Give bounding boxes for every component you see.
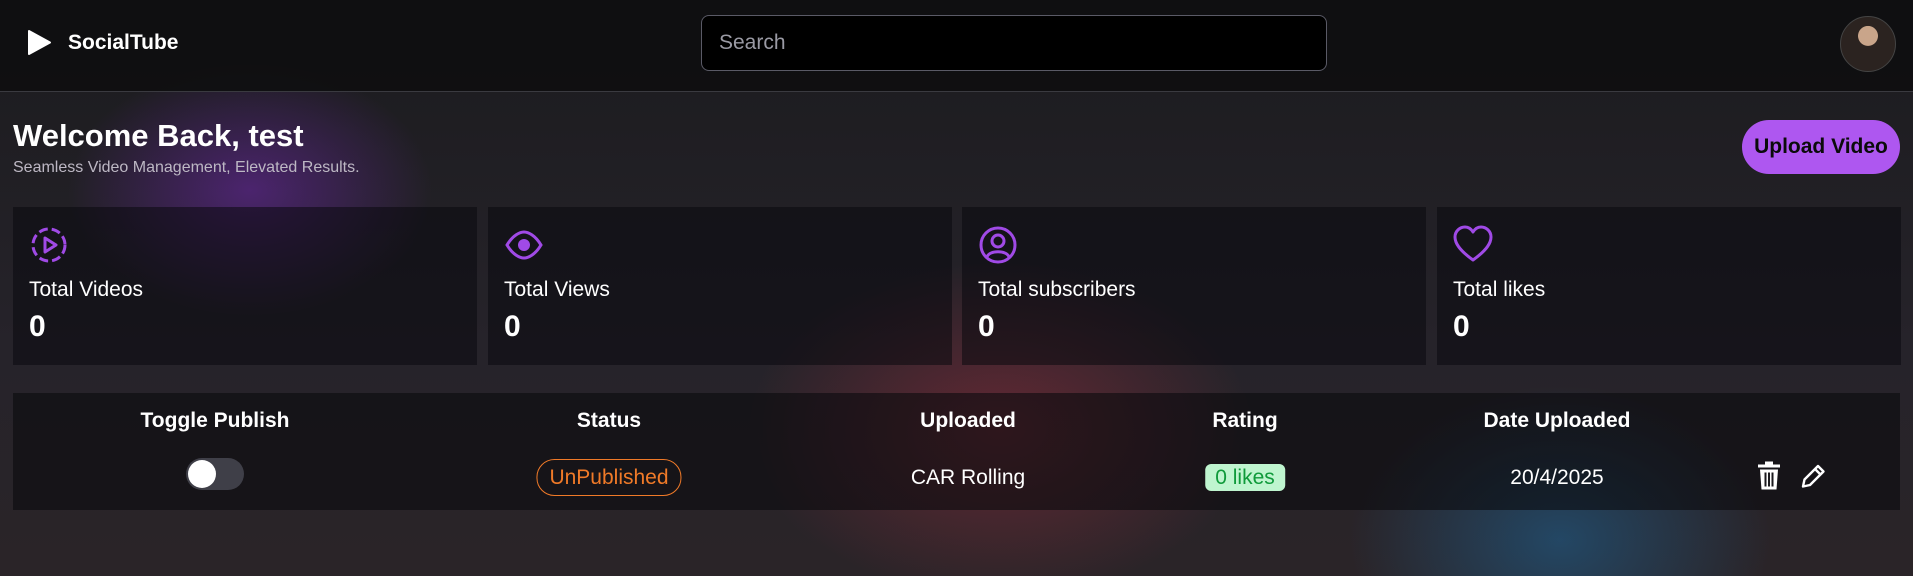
- stat-value: 0: [29, 310, 46, 343]
- header-uploaded: Uploaded: [920, 409, 1016, 432]
- stat-value: 0: [1453, 310, 1470, 343]
- videos-table: Toggle Publish Status Uploaded Rating Da…: [13, 393, 1900, 510]
- header-date-uploaded: Date Uploaded: [1483, 409, 1631, 432]
- stat-value: 0: [978, 310, 995, 343]
- edit-icon[interactable]: [1799, 461, 1827, 491]
- header-toggle-publish: Toggle Publish: [140, 409, 290, 432]
- trash-icon[interactable]: [1755, 461, 1783, 491]
- search-input[interactable]: [701, 15, 1327, 71]
- play-circle-icon: [31, 227, 67, 263]
- stat-label: Total Views: [504, 278, 610, 301]
- stat-label: Total Videos: [29, 278, 144, 301]
- rating-badge: 0 likes: [1205, 464, 1285, 491]
- user-avatar[interactable]: [1840, 16, 1896, 72]
- play-icon: [28, 30, 51, 55]
- user-circle-icon: [979, 226, 1017, 264]
- stat-card-total-views: Total Views 0: [488, 207, 952, 365]
- publish-toggle[interactable]: [186, 458, 244, 490]
- logo[interactable]: SocialTube: [26, 29, 178, 56]
- upload-video-button[interactable]: Upload Video: [1742, 120, 1900, 174]
- toggle-knob: [188, 460, 216, 488]
- tagline: Seamless Video Management, Elevated Resu…: [13, 159, 360, 176]
- welcome-heading: Welcome Back, test: [13, 118, 304, 153]
- status-badge: UnPublished: [536, 459, 682, 496]
- stat-label: Total likes: [1453, 278, 1546, 301]
- stat-card-total-likes: Total likes 0: [1437, 207, 1901, 365]
- stat-value: 0: [504, 310, 521, 343]
- header-rating: Rating: [1212, 409, 1278, 432]
- header-status: Status: [576, 409, 642, 432]
- eye-icon: [505, 230, 543, 260]
- app-name: SocialTube: [68, 30, 179, 54]
- video-title: CAR Rolling: [910, 466, 1026, 489]
- top-navbar: SocialTube: [0, 0, 1913, 92]
- heart-icon: [1453, 225, 1493, 262]
- stat-card-total-videos: Total Videos 0: [13, 207, 477, 365]
- stat-label: Total subscribers: [978, 278, 1136, 301]
- date-uploaded: 20/4/2025: [1510, 466, 1604, 489]
- stat-card-total-subscribers: Total subscribers 0: [962, 207, 1426, 365]
